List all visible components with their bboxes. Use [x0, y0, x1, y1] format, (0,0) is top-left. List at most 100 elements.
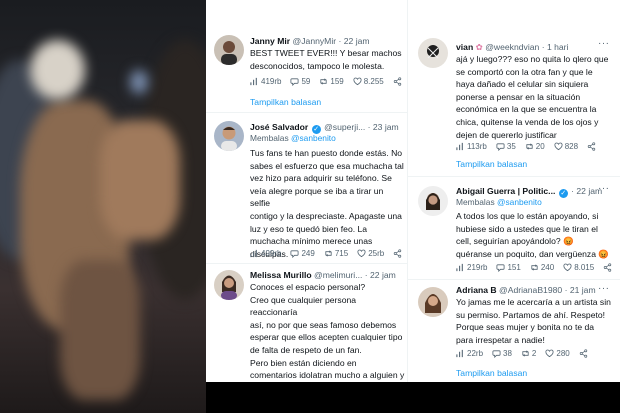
- tweet-jose-salvador[interactable]: José Salvador ✓ @superji... · 23 jam Mem…: [206, 113, 407, 263]
- retweet-icon: [522, 350, 529, 357]
- tweet-actions: 22rb 38 2 280: [456, 349, 597, 358]
- views-stat[interactable]: 419rb: [250, 77, 281, 86]
- author-handle[interactable]: @weekndvian: [485, 42, 539, 52]
- author-name[interactable]: Adriana B: [456, 285, 497, 295]
- heart-icon: [563, 263, 572, 272]
- tweet-time: · 22 jam: [364, 270, 396, 280]
- reply-icon: [290, 78, 299, 86]
- share-icon: [604, 263, 612, 272]
- more-options-icon[interactable]: ···: [598, 183, 610, 194]
- heart-icon: [545, 349, 554, 358]
- avatar[interactable]: [418, 38, 448, 68]
- tweet-time: · 22 jam: [338, 36, 370, 46]
- bottom-bar: [206, 382, 620, 413]
- like-button[interactable]: 280: [545, 349, 570, 358]
- tweet-abigail-guerra[interactable]: Abigail Guerra | Politic... ✓ · 22 jam M…: [408, 177, 620, 279]
- tweet-text: Tus fans te han puesto donde estás. No s…: [250, 148, 404, 259]
- author-name[interactable]: Abigail Guerra | Politic...: [456, 186, 555, 196]
- tweet-text: Conoces el espacio personal? Creo que cu…: [250, 282, 405, 381]
- like-button[interactable]: 828: [554, 142, 578, 151]
- mention-link[interactable]: @sanbenito: [497, 197, 542, 207]
- views-icon: [250, 77, 257, 86]
- share-button[interactable]: [579, 349, 588, 358]
- reply-button[interactable]: 59: [290, 77, 310, 86]
- replies-column-right: vian ✿ @weekndvian · 1 hari ajá y luego?…: [408, 0, 620, 382]
- show-replies-link[interactable]: Tampilkan balasan: [456, 159, 527, 169]
- share-icon: [579, 349, 587, 358]
- tweet-time: · 21 jam: [564, 285, 596, 295]
- author-name[interactable]: José Salvador: [250, 122, 308, 132]
- show-replies-link[interactable]: Tampilkan balasan: [456, 368, 527, 378]
- more-options-icon[interactable]: ···: [598, 283, 610, 294]
- reply-icon: [496, 143, 505, 151]
- retweet-button[interactable]: 20: [525, 142, 545, 151]
- tweet-text: BEST TWEET EVER!!! Y besar machos descon…: [250, 48, 402, 71]
- tweet-time: · 23 jam: [367, 122, 399, 132]
- author-handle[interactable]: @melimuri...: [314, 270, 362, 280]
- views-icon: [456, 263, 463, 272]
- tweet-text: ajá y luego??? eso no quita lo qlero que…: [456, 54, 609, 140]
- tweet-actions: 113rb 35 20 828: [456, 142, 605, 151]
- author-name[interactable]: vian: [456, 42, 473, 52]
- like-button[interactable]: 8.255: [353, 77, 384, 86]
- tweet-text: Yo jamas me le acercaría a un artista si…: [456, 297, 611, 345]
- share-button[interactable]: [393, 249, 402, 258]
- views-icon: [250, 249, 257, 258]
- views-icon: [456, 142, 463, 151]
- tweet-adriana-b[interactable]: Adriana B @AdrianaB1980 · 21 jam Yo jama…: [408, 280, 620, 382]
- reply-button[interactable]: 35: [496, 142, 516, 151]
- tweet-janny-mir[interactable]: Janny Mir @JannyMir · 22 jam BEST TWEET …: [206, 0, 407, 112]
- show-replies-link[interactable]: Tampilkan balasan: [250, 97, 321, 107]
- avatar[interactable]: [214, 35, 244, 65]
- avatar[interactable]: [214, 270, 244, 300]
- views-stat[interactable]: 219rb: [456, 263, 487, 272]
- more-options-icon[interactable]: ···: [598, 38, 610, 49]
- retweet-icon: [320, 78, 327, 85]
- author-handle[interactable]: @AdrianaB1980: [499, 285, 562, 295]
- tweet-melissa-murillo[interactable]: Melissa Murillo @melimuri... · 22 jam Co…: [206, 264, 407, 382]
- like-button[interactable]: 8.015: [563, 263, 594, 272]
- verified-badge-icon: ✓: [558, 189, 568, 198]
- reply-context: Membalas @sanbenito: [456, 197, 542, 207]
- reply-button[interactable]: 249: [290, 249, 315, 258]
- tweet-vian[interactable]: vian ✿ @weekndvian · 1 hari ajá y luego?…: [408, 0, 620, 172]
- avatar[interactable]: [418, 287, 448, 317]
- like-button[interactable]: 25rb: [357, 249, 384, 258]
- tweet-time: · 1 hari: [541, 42, 569, 52]
- flower-emoji-icon: ✿: [475, 42, 483, 52]
- reply-context: Membalas @sanbenito: [250, 133, 336, 143]
- retweet-button[interactable]: 2: [521, 349, 536, 358]
- views-stat[interactable]: 113rb: [456, 142, 487, 151]
- mention-link[interactable]: @sanbenito: [291, 133, 336, 143]
- author-name[interactable]: Janny Mir: [250, 36, 290, 46]
- tweet-text: A todos los que lo están apoyando, si hu…: [456, 211, 610, 259]
- author-name[interactable]: Melissa Murillo: [250, 270, 312, 280]
- replies-column-left: Janny Mir @JannyMir · 22 jam BEST TWEET …: [206, 0, 408, 382]
- heart-icon: [357, 249, 366, 258]
- avatar[interactable]: [214, 121, 244, 151]
- author-handle[interactable]: @JannyMir: [293, 36, 337, 46]
- reply-icon: [290, 250, 299, 258]
- retweet-button[interactable]: 159: [319, 77, 344, 86]
- share-button[interactable]: [603, 263, 612, 272]
- reply-icon: [496, 264, 505, 272]
- share-icon: [394, 249, 402, 258]
- reply-icon: [492, 350, 501, 358]
- reply-button[interactable]: 38: [492, 349, 512, 358]
- retweet-icon: [526, 143, 533, 150]
- tweet-actions: 499rb 249 715 25rb: [250, 249, 407, 258]
- reply-button[interactable]: 151: [496, 263, 521, 272]
- avatar[interactable]: [418, 186, 448, 216]
- retweet-icon: [325, 250, 332, 257]
- views-stat[interactable]: 499rb: [250, 249, 281, 258]
- share-button[interactable]: [587, 142, 596, 151]
- share-icon: [587, 142, 596, 151]
- share-icon: [393, 77, 401, 86]
- author-handle[interactable]: @superji...: [324, 122, 365, 132]
- retweet-button[interactable]: 240: [530, 263, 554, 272]
- tweet-actions: 419rb 59 159 8.255: [250, 77, 407, 86]
- share-button[interactable]: [393, 77, 402, 86]
- retweet-button[interactable]: 715: [324, 249, 348, 258]
- heart-icon: [554, 142, 563, 151]
- views-stat[interactable]: 22rb: [456, 349, 483, 358]
